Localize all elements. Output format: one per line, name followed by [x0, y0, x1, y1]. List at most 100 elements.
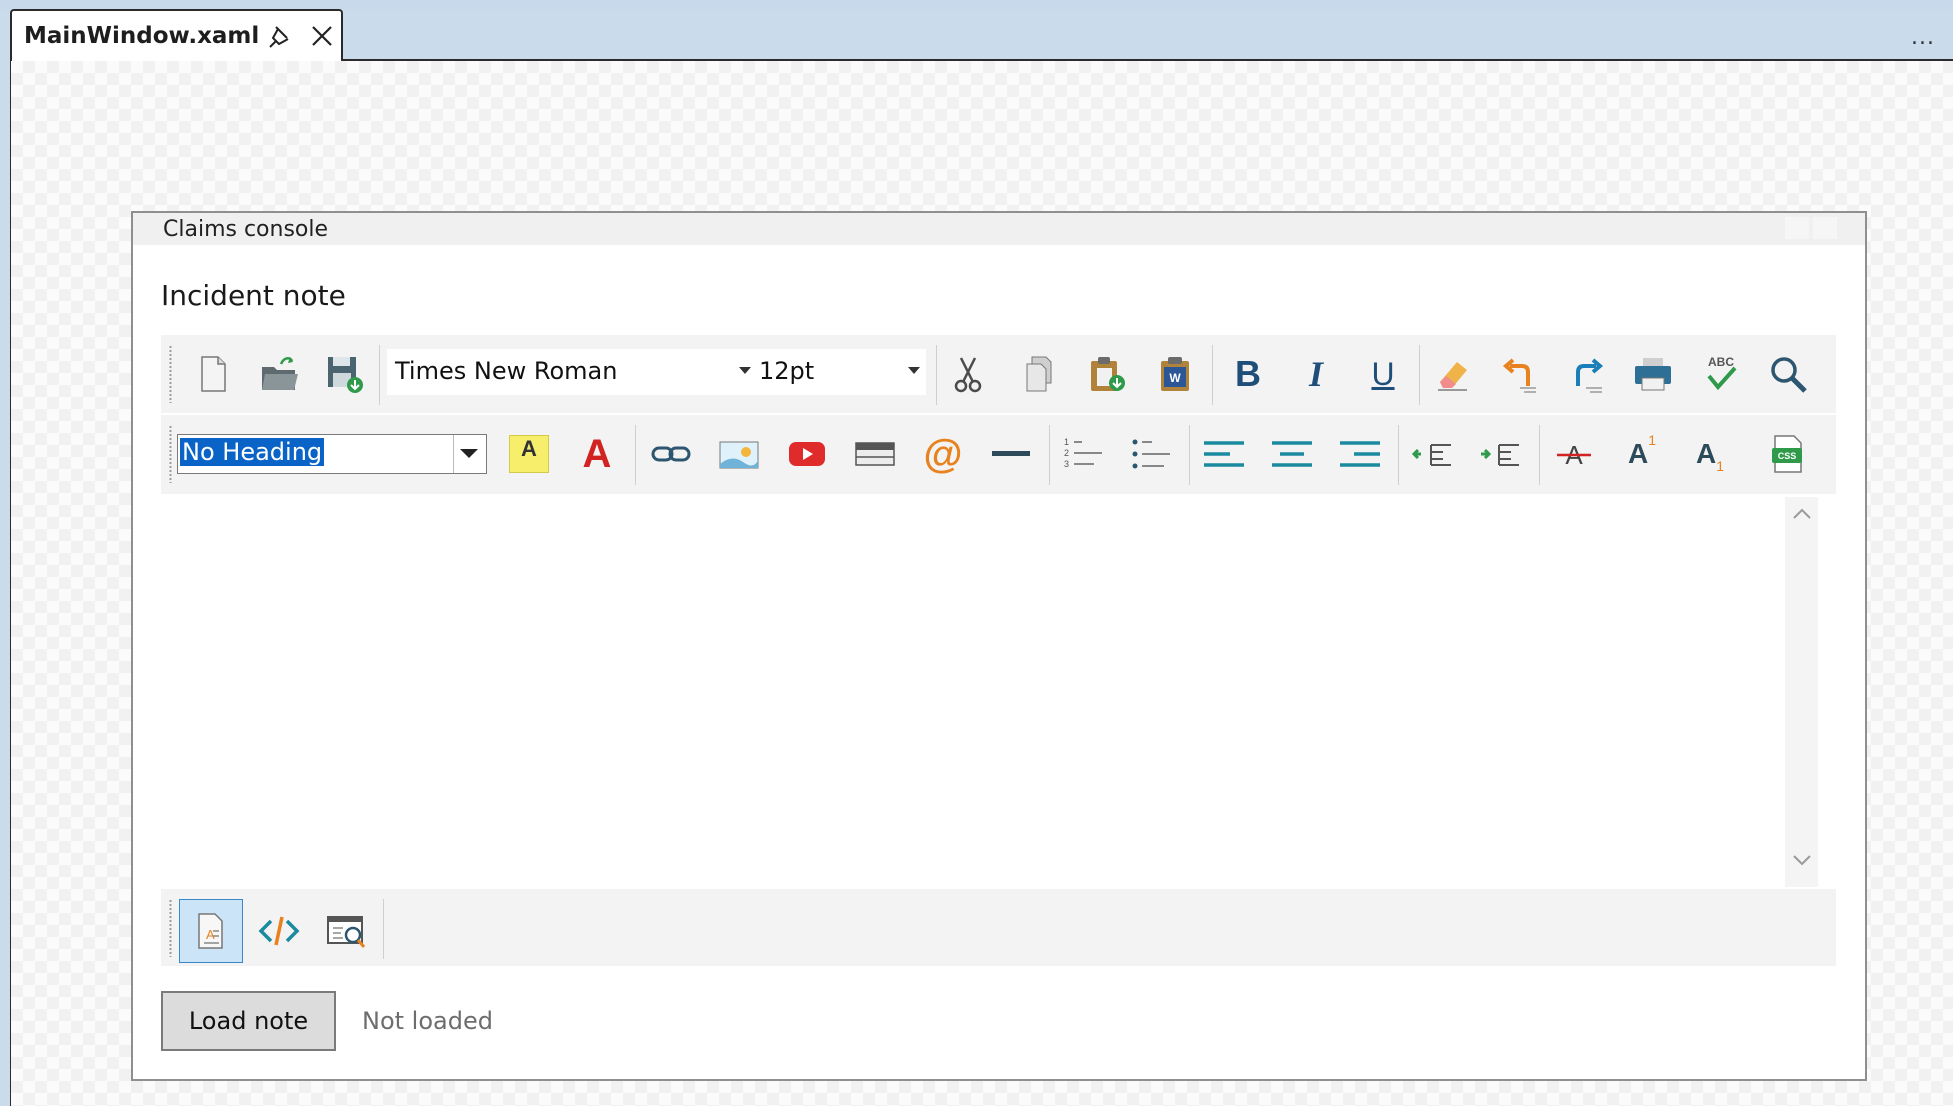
tab-overflow-menu[interactable]: ...: [1911, 25, 1935, 50]
strikethrough-icon[interactable]: A: [1546, 426, 1602, 482]
chevron-down-icon[interactable]: [1791, 849, 1813, 871]
font-color-label: A: [582, 431, 612, 476]
table-icon[interactable]: [847, 426, 903, 482]
subscript-icon[interactable]: A 1: [1682, 426, 1738, 482]
maximize-button[interactable]: [1813, 217, 1837, 239]
toolbar-grip[interactable]: [169, 899, 172, 957]
svg-text:2: 2: [1064, 448, 1069, 458]
paste-from-word-icon[interactable]: W: [1147, 346, 1203, 402]
design-view-icon[interactable]: A: [179, 899, 243, 963]
vertical-scrollbar[interactable]: [1785, 497, 1818, 887]
open-folder-icon[interactable]: [251, 346, 307, 402]
document-tab-strip: MainWindow.xaml ...: [0, 9, 1953, 61]
pin-icon[interactable]: [267, 24, 293, 50]
bold-icon[interactable]: B: [1220, 346, 1276, 402]
close-icon[interactable]: [308, 22, 336, 50]
image-icon[interactable]: [711, 426, 767, 482]
font-color-icon[interactable]: A: [569, 426, 625, 482]
redo-icon[interactable]: [1558, 346, 1614, 402]
font-size-select[interactable]: 12pt: [751, 349, 926, 395]
align-left-icon[interactable]: [1196, 426, 1252, 482]
chevron-down-icon: [908, 367, 920, 374]
horizontal-rule-icon[interactable]: [983, 426, 1039, 482]
align-center-icon[interactable]: [1264, 426, 1320, 482]
toolbar-separator: [635, 425, 636, 485]
heading-value: No Heading: [180, 438, 325, 466]
clear-formatting-icon[interactable]: [1425, 346, 1481, 402]
toolbar-separator: [1398, 425, 1399, 485]
indent-icon[interactable]: [1473, 426, 1529, 482]
view-mode-bar: A: [161, 889, 1836, 966]
load-note-button[interactable]: Load note: [161, 991, 336, 1051]
underline-label: U: [1371, 355, 1395, 392]
font-size-value: 12pt: [759, 357, 815, 385]
copy-icon[interactable]: [1012, 346, 1068, 402]
bulleted-list-icon[interactable]: [1124, 426, 1180, 482]
toolbar-separator: [1049, 425, 1050, 485]
svg-text:W: W: [1169, 371, 1181, 385]
subscript-label: A: [1695, 438, 1717, 469]
chevron-up-icon[interactable]: [1791, 503, 1813, 525]
find-icon[interactable]: [1760, 346, 1816, 402]
html-source-view-icon[interactable]: [247, 899, 311, 963]
document-tab[interactable]: MainWindow.xaml: [10, 9, 343, 61]
editor-content-area[interactable]: [161, 497, 1836, 887]
ide-top-strip: [0, 0, 1953, 9]
format-toolbar: No Heading A A @ 1 2 3 A A 1 A 1 CSS: [161, 415, 1836, 494]
undo-icon[interactable]: [1492, 346, 1548, 402]
main-toolbar: Times New Roman 12pt W B I U ABC: [161, 335, 1836, 413]
paste-icon[interactable]: [1079, 346, 1135, 402]
preview-icon[interactable]: [315, 899, 379, 963]
window-titlebar: Claims console: [133, 213, 1865, 245]
toolbar-separator: [379, 345, 380, 405]
svg-text:A: A: [206, 927, 215, 942]
left-rail: [0, 59, 11, 1106]
toolbar-separator: [1212, 345, 1213, 405]
spellcheck-icon[interactable]: ABC: [1693, 346, 1749, 402]
cut-icon[interactable]: [940, 346, 996, 402]
underline-icon[interactable]: U: [1355, 346, 1411, 402]
toolbar-separator: [1189, 425, 1190, 485]
numbered-list-icon[interactable]: 123: [1056, 426, 1112, 482]
svg-text:3: 3: [1064, 459, 1069, 469]
svg-text:1: 1: [1064, 437, 1069, 447]
new-document-icon[interactable]: [185, 346, 241, 402]
bold-label: B: [1235, 353, 1261, 394]
outdent-icon[interactable]: [1405, 426, 1461, 482]
toolbar-separator: [383, 899, 384, 959]
app-window: Claims console Incident note Times New R…: [131, 211, 1867, 1081]
toolbar-separator: [1539, 425, 1540, 485]
print-icon[interactable]: [1625, 346, 1681, 402]
font-family-value: Times New Roman: [395, 357, 618, 385]
editor-label: Incident note: [161, 279, 346, 312]
window-title: Claims console: [163, 217, 329, 242]
align-right-icon[interactable]: [1332, 426, 1388, 482]
superscript-sup: 1: [1648, 432, 1657, 448]
italic-label: I: [1308, 354, 1323, 394]
save-icon[interactable]: [316, 346, 372, 402]
toolbar-grip[interactable]: [169, 345, 172, 403]
superscript-icon[interactable]: A 1: [1614, 426, 1670, 482]
subscript-sub: 1: [1716, 458, 1725, 474]
toolbar-grip[interactable]: [169, 425, 172, 483]
email-link-icon[interactable]: @: [915, 426, 971, 482]
css-icon[interactable]: CSS: [1760, 426, 1816, 482]
email-label: @: [923, 431, 963, 476]
chevron-down-icon: [460, 449, 478, 458]
css-label: CSS: [1778, 451, 1797, 461]
spellcheck-label: ABC: [1708, 355, 1734, 369]
hyperlink-icon[interactable]: [643, 426, 699, 482]
load-status-text: Not loaded: [362, 1007, 493, 1035]
minimize-button[interactable]: [1785, 217, 1809, 239]
toolbar-separator: [936, 345, 937, 405]
select-divider: [453, 435, 454, 473]
toolbar-separator: [1419, 345, 1420, 405]
heading-select[interactable]: No Heading: [177, 434, 487, 474]
font-family-select[interactable]: Times New Roman: [387, 349, 757, 395]
italic-icon[interactable]: I: [1288, 346, 1344, 402]
highlight-label: A: [509, 435, 549, 473]
youtube-icon[interactable]: [779, 426, 835, 482]
superscript-label: A: [1627, 438, 1649, 469]
designer-surface: Claims console Incident note Times New R…: [11, 61, 1953, 1106]
highlight-icon[interactable]: A: [501, 426, 557, 482]
